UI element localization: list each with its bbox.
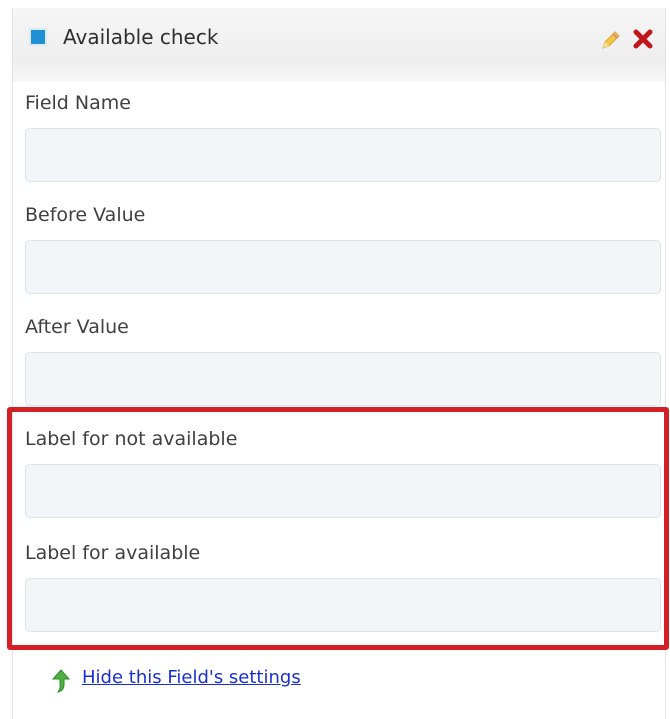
after-value-label: After Value bbox=[25, 316, 129, 338]
after-value-input[interactable] bbox=[25, 352, 661, 406]
before-value-label: Before Value bbox=[25, 204, 146, 226]
before-value-input[interactable] bbox=[25, 240, 661, 294]
field-name-input[interactable] bbox=[25, 128, 661, 182]
field-settings-panel: Available check Field Name Before Value … bbox=[12, 8, 666, 719]
panel-title: Available check bbox=[63, 25, 219, 49]
green-arrow-up-icon bbox=[52, 669, 70, 693]
label-not-available-input[interactable] bbox=[25, 464, 661, 518]
close-icon[interactable] bbox=[631, 27, 655, 51]
pencil-icon[interactable] bbox=[599, 28, 623, 52]
label-available-input[interactable] bbox=[25, 578, 661, 632]
hide-settings-link[interactable]: Hide this Field's settings bbox=[82, 667, 301, 688]
blue-square-icon bbox=[29, 28, 47, 46]
field-name-label: Field Name bbox=[25, 92, 131, 114]
panel-header: Available check bbox=[13, 8, 665, 82]
label-available-label: Label for available bbox=[25, 542, 201, 564]
label-not-available-label: Label for not available bbox=[25, 428, 238, 450]
